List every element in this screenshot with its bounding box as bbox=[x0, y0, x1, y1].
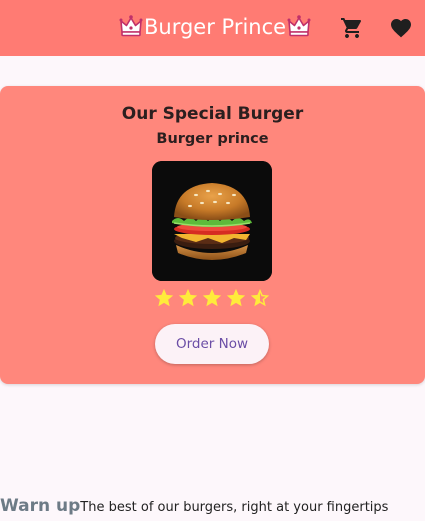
crown-icon bbox=[287, 15, 311, 37]
star-icon bbox=[202, 288, 222, 307]
star-icon bbox=[154, 288, 174, 307]
crown-icon bbox=[119, 15, 143, 37]
star-icon bbox=[178, 288, 198, 307]
star-half-icon bbox=[250, 288, 270, 307]
app-bar: Burger Prince bbox=[0, 0, 425, 56]
rating-stars bbox=[152, 287, 272, 311]
star-icon bbox=[226, 288, 246, 307]
card-subtitle: Burger prince bbox=[156, 131, 269, 147]
section-heading: Warn up bbox=[0, 496, 81, 516]
app-title-text: Burger Prince bbox=[144, 15, 287, 39]
intro-section: Warn upThe best of our burgers, right at… bbox=[0, 496, 388, 521]
card-title: Our Special Burger bbox=[121, 104, 304, 124]
shopping-cart-icon bbox=[341, 18, 362, 38]
heart-icon bbox=[391, 19, 411, 38]
app-title: Burger Prince bbox=[118, 11, 312, 43]
order-now-button[interactable]: Order Now bbox=[155, 324, 269, 364]
cart-button[interactable] bbox=[336, 12, 368, 44]
section-tagline: The best of our burgers, right at your f… bbox=[80, 500, 389, 515]
burger-image bbox=[152, 161, 272, 281]
favorites-button[interactable] bbox=[385, 12, 417, 44]
